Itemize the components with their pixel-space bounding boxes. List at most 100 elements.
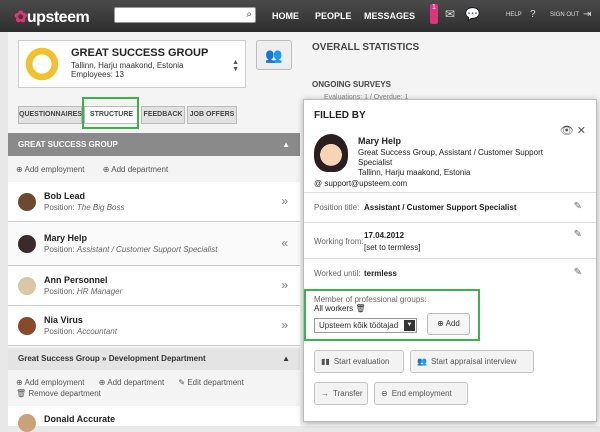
person-row-donald[interactable]: Donald Accurate xyxy=(8,406,300,432)
collapse-up-icon[interactable]: ▲ xyxy=(282,133,290,156)
pencil-icon[interactable]: ✎ xyxy=(574,229,582,240)
chevron-right-icon[interactable]: » xyxy=(281,278,288,292)
chevron-right-icon[interactable]: » xyxy=(281,318,288,332)
end-employment-button[interactable]: ⊖ End employment xyxy=(374,382,468,405)
chevron-left-icon[interactable]: « xyxy=(281,236,288,250)
worked-until-row: Worked until: termless ✎ xyxy=(304,258,596,288)
group-address: Tallinn, Harju maakond, Estonia xyxy=(71,61,184,70)
person-row-ann[interactable]: Ann Personnel Position: HR Manager » xyxy=(8,266,300,306)
add-department-button[interactable]: ⊕ Add department xyxy=(99,378,164,387)
avatar xyxy=(18,193,36,211)
notification-badge[interactable]: 1 xyxy=(430,4,438,24)
collapse-up-icon[interactable]: ▲ xyxy=(282,348,290,370)
add-employment-button[interactable]: ⊕ Add employment xyxy=(16,165,85,174)
department-actions: ⊕ Add employment ⊕ Add department ✎ Edit… xyxy=(16,378,244,387)
add-group-label: Add xyxy=(445,319,460,328)
position-prefix: Position: xyxy=(44,327,75,336)
person-name: Donald Accurate xyxy=(44,414,116,424)
transfer-button[interactable]: → Transfer xyxy=(314,382,368,405)
person-name: Ann Personnel xyxy=(44,275,108,285)
add-employment-label: Add employment xyxy=(24,165,85,174)
start-evaluation-button[interactable]: ▮▮ Start evaluation xyxy=(314,350,404,373)
set-termless-link[interactable]: [set to termless] xyxy=(364,243,420,252)
desc-text: Great Success Group, Assistant / Custome… xyxy=(358,148,543,167)
worked-until-value: termless xyxy=(364,269,397,278)
trash-icon[interactable]: 🗑 xyxy=(355,304,365,313)
pencil-icon[interactable]: ✎ xyxy=(574,201,582,212)
avatar xyxy=(18,277,36,295)
left-panel: GREAT SUCCESS GROUP Tallinn, Harju maako… xyxy=(8,32,300,432)
person-row-nia[interactable]: Nia Virus Position: Accountant » xyxy=(8,306,300,346)
help-link[interactable]: HELP xyxy=(506,12,522,18)
working-from-label: Working from: xyxy=(314,237,364,246)
eye-icon[interactable]: 👁 xyxy=(560,125,574,137)
working-from-value: 17.04.2012 xyxy=(364,231,405,240)
at-icon: @ xyxy=(314,179,323,188)
pencil-icon[interactable]: ✎ xyxy=(574,267,582,278)
group-name: GREAT SUCCESS GROUP xyxy=(71,47,209,59)
avatar xyxy=(18,414,36,432)
add-employment-button[interactable]: ⊕ Add employment xyxy=(16,378,85,387)
all-workers-tag: All workers 🗑 xyxy=(314,304,366,313)
group-select[interactable]: Upsteem kõik töötajad ▼ xyxy=(314,318,417,333)
upsteem-logo[interactable]: ✿upsteem xyxy=(14,7,90,27)
updown-arrow-icon[interactable]: ▲ ▼ xyxy=(232,59,239,73)
position-row: Position title: Assistant / Customer Sup… xyxy=(304,192,596,222)
group-select-value: Upsteem kõik töötajad xyxy=(319,321,399,330)
chevron-down-icon[interactable]: ▼ xyxy=(404,320,415,331)
popup-icons: 👁 ✕ xyxy=(560,124,586,137)
add-employment-label: Add employment xyxy=(24,378,85,387)
person-row-mary[interactable]: Mary Help Position: Assistant / Customer… xyxy=(8,222,300,266)
chevron-right-icon[interactable]: » xyxy=(281,194,288,208)
nav-messages[interactable]: MESSAGES xyxy=(364,11,415,21)
group-employees: Employees: 13 xyxy=(71,70,124,79)
notification-count: 1 xyxy=(432,4,436,11)
remove-department-button[interactable]: 🗑 Remove department xyxy=(16,389,101,398)
plus-icon: ⊕ xyxy=(16,165,23,174)
position-prefix: Position: xyxy=(44,245,75,254)
search-input[interactable] xyxy=(119,8,237,22)
working-from-row: Working from: 17.04.2012 [set to termles… xyxy=(304,222,596,258)
search-icon[interactable]: ⌕ xyxy=(246,9,252,20)
start-appraisal-label: Start appraisal interview xyxy=(430,357,517,366)
person-row-bob[interactable]: Bob Lead Position: The Big Boss » xyxy=(8,182,300,222)
add-group-button[interactable]: ⊕ Add xyxy=(427,313,470,335)
people-icon: 👥 xyxy=(417,357,427,366)
section-header[interactable]: GREAT SUCCESS GROUP ▲ xyxy=(8,133,300,156)
position-value: The Big Boss xyxy=(76,203,125,212)
add-department-button[interactable]: ⊕ Add department xyxy=(103,165,168,174)
plus-icon: ⊕ xyxy=(437,319,444,328)
nav-home[interactable]: HOME xyxy=(272,11,299,21)
position-value: HR Manager xyxy=(76,287,123,296)
professional-groups-box: Member of professional groups: All worke… xyxy=(304,289,480,341)
person-position: Position: HR Manager xyxy=(44,287,122,296)
position-label: Position title: xyxy=(314,203,360,212)
edit-department-button[interactable]: ✎ Edit department xyxy=(178,378,243,387)
end-employment-label: End employment xyxy=(391,389,452,398)
add-row: ⊕ Add employment ⊕ Add department xyxy=(16,165,168,174)
department-header[interactable]: Great Success Group » Development Depart… xyxy=(8,348,300,370)
plus-icon: ⊕ xyxy=(98,378,106,387)
sign-out-icon[interactable]: ⇥ xyxy=(583,9,591,20)
avatar xyxy=(18,235,36,253)
position-prefix: Position: xyxy=(44,287,75,296)
nav-people[interactable]: PEOPLE xyxy=(315,11,352,21)
question-icon[interactable]: ? xyxy=(530,9,536,20)
person-position: Position: Accountant xyxy=(44,327,117,336)
tab-questionnaires[interactable]: QUESTIONNAIRES xyxy=(18,106,82,124)
team-button[interactable]: 👥 xyxy=(256,40,292,70)
group-selector[interactable]: GREAT SUCCESS GROUP Tallinn, Harju maako… xyxy=(18,40,246,88)
add-department-label: Add department xyxy=(111,165,169,174)
close-icon[interactable]: ✕ xyxy=(577,125,586,137)
tab-job-offers[interactable]: JOB OFFERS xyxy=(187,106,237,124)
sign-out-link[interactable]: SIGN OUT xyxy=(550,12,579,18)
envelope-icon[interactable]: ✉ xyxy=(445,7,455,21)
department-title: Great Success Group » Development Depart… xyxy=(18,354,206,363)
remove-department-label: Remove department xyxy=(28,389,101,398)
start-appraisal-button[interactable]: 👥 Start appraisal interview xyxy=(410,350,534,373)
search-box[interactable]: ⌕ xyxy=(114,7,256,23)
popup-email[interactable]: @ support@upsteem.com xyxy=(314,179,407,188)
group-logo xyxy=(23,45,61,83)
chat-bubble-icon[interactable]: 💬 xyxy=(465,7,480,21)
tab-feedback[interactable]: FEEDBACK xyxy=(141,106,185,124)
